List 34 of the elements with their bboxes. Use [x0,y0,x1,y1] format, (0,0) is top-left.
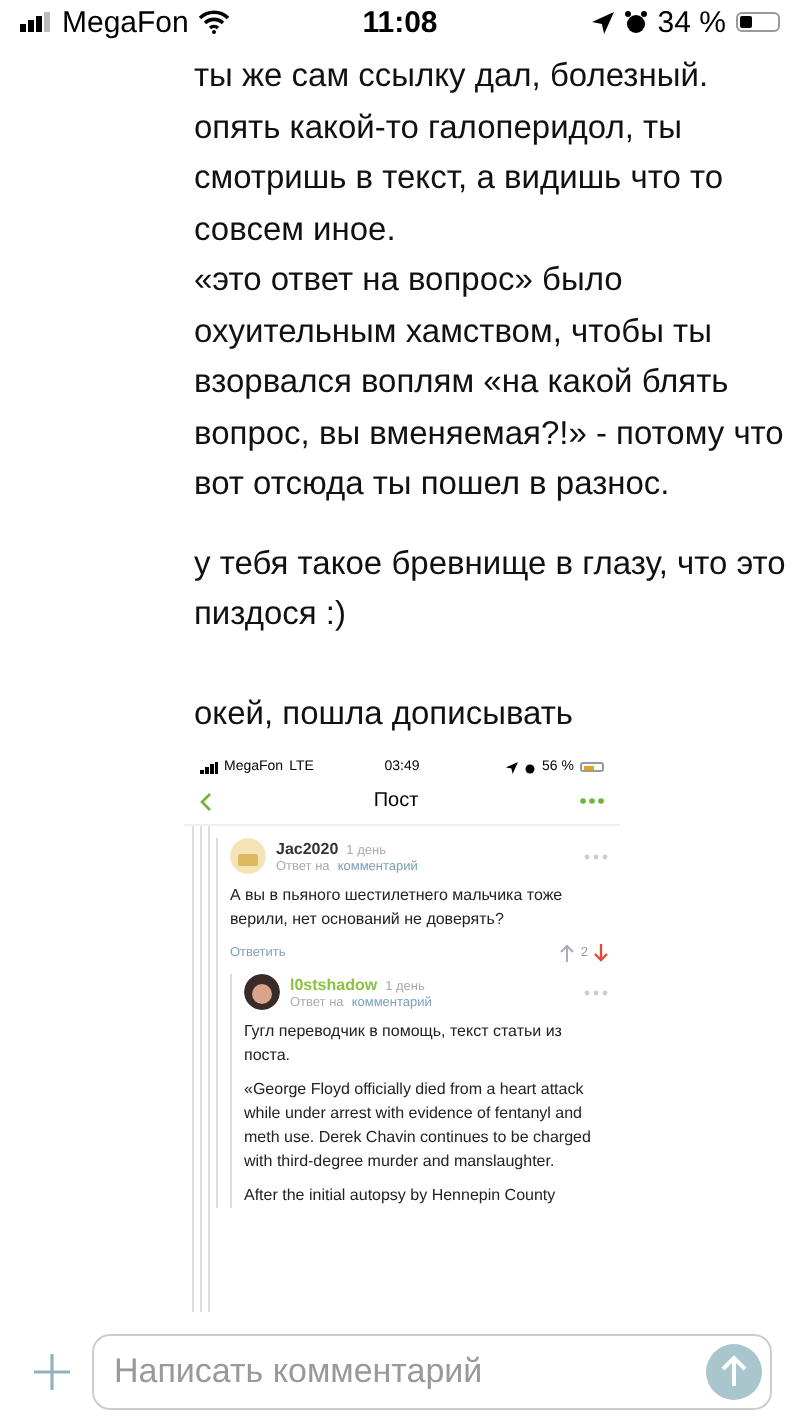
more-icon[interactable] [580,798,604,804]
add-icon[interactable] [32,1352,72,1392]
location-icon [506,761,519,773]
downvote-icon[interactable] [594,944,608,962]
battery-icon [580,762,604,772]
message-line: опять какой-то галоперидол, ты смотришь в текст, а видишь что то совсем иное. [194,107,726,251]
comment-paragraph: Гугл переводчик в помощь, текст статьи из поста. [244,1020,564,1068]
message-line: у тебя такое бревнище в глазу, что это пиздося :) [194,543,788,636]
more-icon[interactable] [584,853,608,859]
battery-icon [735,12,780,32]
signal-icon [200,761,218,773]
comment-paragraph: «George Floyd officially died from a heart attack while under arrest with evidence of fentanyl and meth use. Derek Chavin continues to be charged with third-degree murder and manslaughter. [244,1078,593,1174]
signal-icon [20,12,52,32]
location-icon [591,11,614,33]
carrier-name: MegaFon [62,5,189,39]
message-line: «это ответ на вопрос» было охуительным хамством, чтобы ты взорвался воплям «на какой блять вопрос, вы вменяемая?!» - потому что вот отсюда ты пошел в разнос. [194,260,786,506]
comment-paragraph: А вы в пьяного шестилетнего мальчика тоже верили, нет оснований не доверять? [230,884,565,932]
back-icon[interactable] [200,791,212,811]
battery-percent: 34 % [657,5,726,39]
more-icon[interactable] [584,989,608,995]
wifi-icon [198,10,231,34]
comment-author[interactable]: Jac2020 [276,839,339,857]
message-line: ты же сам ссылку дал, болезный. [194,56,711,98]
upvote-icon[interactable] [560,944,575,962]
send-icon[interactable] [706,1344,762,1400]
page-title: Пост [373,790,419,812]
alarm-icon [623,10,648,34]
comment-author[interactable]: l0stshadow [290,975,378,993]
avatar-icon[interactable] [244,974,280,1010]
message-line: окей, пошла дописывать [194,693,575,735]
comment-field[interactable]: Написать комментарий [92,1334,772,1410]
alarm-icon [524,761,537,773]
clock-time: 11:08 [362,5,438,39]
comment-paragraph: After the initial autopsy by Hennepin County [244,1184,558,1208]
